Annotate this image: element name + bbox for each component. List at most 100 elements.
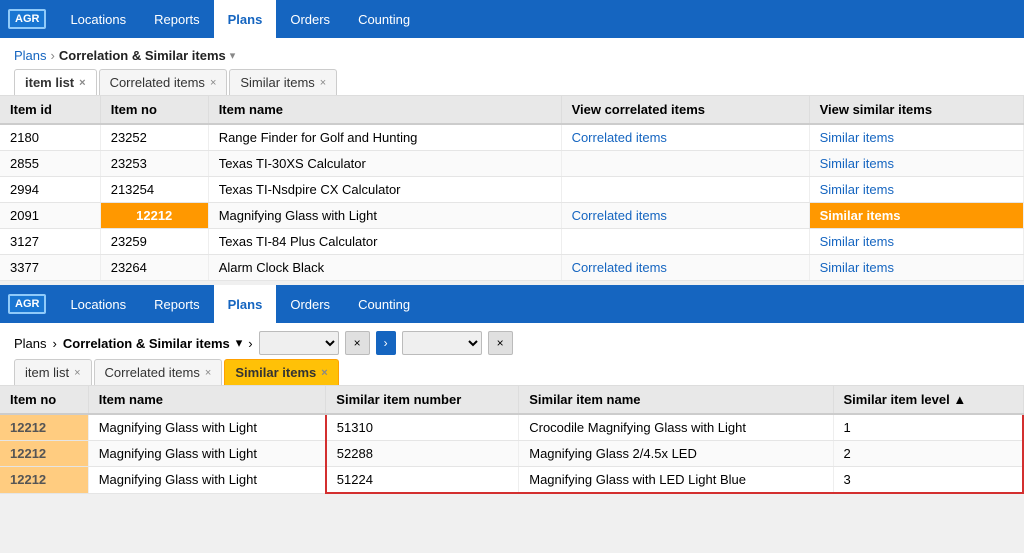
table-row: 209112212Magnifying Glass with LightCorr… <box>0 203 1024 229</box>
bottom-breadcrumb-arrow[interactable]: ▾ <box>236 335 243 351</box>
cell-item-name: Texas TI-84 Plus Calculator <box>208 229 561 255</box>
table-row: 2994213254Texas TI-Nsdpire CX Calculator… <box>0 177 1024 203</box>
bottom-breadcrumb-nav-arrow: › <box>248 336 252 351</box>
bottom-breadcrumb-bar: Plans › Correlation & Similar items ▾ › … <box>0 323 1024 359</box>
cell-correlated <box>561 151 809 177</box>
cell-item-id: 3377 <box>0 255 100 281</box>
cell-correlated[interactable]: Correlated items <box>561 255 809 281</box>
cell-similar[interactable]: Similar items <box>809 151 1023 177</box>
bottom-tab-item-list[interactable]: item list × <box>14 359 92 385</box>
bottom-nav-plans[interactable]: Plans <box>214 285 277 323</box>
cell-sim-name: Magnifying Glass with LED Light Blue <box>519 467 833 494</box>
breadcrumb-plans-link[interactable]: Plans <box>14 48 47 63</box>
cell-correlated <box>561 229 809 255</box>
bot-col-sim-no: Similar item number <box>326 386 519 414</box>
top-table: Item id Item no Item name View correlate… <box>0 96 1024 281</box>
cell-similar[interactable]: Similar items <box>809 255 1023 281</box>
bottom-breadcrumb-sep: › <box>53 336 57 351</box>
top-nav-plans[interactable]: Plans <box>214 0 277 38</box>
cell-item-name: Magnifying Glass with Light <box>88 414 326 441</box>
bottom-breadcrumb-current: Correlation & Similar items <box>63 336 230 351</box>
bottom-tab-similar-label: Similar items <box>235 365 316 380</box>
table-row: 337723264Alarm Clock BlackCorrelated ite… <box>0 255 1024 281</box>
bottom-tabs: item list × Correlated items × Similar i… <box>0 359 1024 386</box>
cell-item-no: 23253 <box>100 151 208 177</box>
bottom-nav-counting[interactable]: Counting <box>344 285 424 323</box>
cell-sim-no: 51224 <box>326 467 519 494</box>
top-nav-reports[interactable]: Reports <box>140 0 214 38</box>
col-view-correlated: View correlated items <box>561 96 809 124</box>
top-nav-orders[interactable]: Orders <box>276 0 344 38</box>
top-navbar: AGR Locations Reports Plans Orders Count… <box>0 0 1024 38</box>
cell-item-name: Magnifying Glass with Light <box>88 441 326 467</box>
bottom-table: Item no Item name Similar item number Si… <box>0 386 1024 494</box>
top-logo: AGR <box>8 9 46 29</box>
filter-clear-1[interactable]: × <box>345 331 370 355</box>
table-row: 12212Magnifying Glass with Light51224Mag… <box>0 467 1023 494</box>
cell-similar[interactable]: Similar items <box>809 229 1023 255</box>
filter-nav-arrow[interactable]: › <box>376 331 396 355</box>
cell-sim-name: Magnifying Glass 2/4.5x LED <box>519 441 833 467</box>
bottom-breadcrumb-plans[interactable]: Plans <box>14 336 47 351</box>
cell-sim-no: 52288 <box>326 441 519 467</box>
bottom-navbar: AGR Locations Reports Plans Orders Count… <box>0 285 1024 323</box>
cell-similar[interactable]: Similar items <box>809 124 1023 151</box>
tab-correlated-label: Correlated items <box>110 75 205 90</box>
cell-item-no: 23252 <box>100 124 208 151</box>
cell-item-no: 12212 <box>0 467 88 494</box>
cell-item-no: 23264 <box>100 255 208 281</box>
bottom-tab-item-list-close[interactable]: × <box>74 367 80 379</box>
filter-clear-2[interactable]: × <box>488 331 513 355</box>
cell-item-no: 23259 <box>100 229 208 255</box>
top-nav-counting[interactable]: Counting <box>344 0 424 38</box>
tab-similar-items[interactable]: Similar items × <box>229 69 337 95</box>
bottom-tab-similar-close[interactable]: × <box>321 367 327 379</box>
cell-item-name: Range Finder for Golf and Hunting <box>208 124 561 151</box>
cell-item-no: 12212 <box>0 414 88 441</box>
cell-similar[interactable]: Similar items <box>809 177 1023 203</box>
bottom-tab-correlated-close[interactable]: × <box>205 367 211 379</box>
cell-item-no: 12212 <box>100 203 208 229</box>
breadcrumb-sep: › <box>51 48 55 63</box>
tab-similar-close[interactable]: × <box>320 77 326 89</box>
bottom-nav-orders[interactable]: Orders <box>276 285 344 323</box>
breadcrumb-arrow[interactable]: ▾ <box>230 49 236 62</box>
breadcrumb-current: Correlation & Similar items <box>59 48 226 63</box>
cell-item-id: 2180 <box>0 124 100 151</box>
cell-sim-level: 2 <box>833 441 1023 467</box>
cell-sim-no: 51310 <box>326 414 519 441</box>
tab-item-list-label: item list <box>25 75 74 90</box>
bot-col-sim-name: Similar item name <box>519 386 833 414</box>
top-tabs: item list × Correlated items × Similar i… <box>0 69 1024 96</box>
filter-select-2[interactable] <box>402 331 482 355</box>
cell-item-name: Alarm Clock Black <box>208 255 561 281</box>
table-row: 285523253Texas TI-30XS CalculatorSimilar… <box>0 151 1024 177</box>
bottom-logo: AGR <box>8 294 46 314</box>
top-breadcrumb: Plans › Correlation & Similar items ▾ <box>0 38 1024 69</box>
cell-similar[interactable]: Similar items <box>809 203 1023 229</box>
cell-correlated[interactable]: Correlated items <box>561 124 809 151</box>
cell-item-name: Magnifying Glass with Light <box>88 467 326 494</box>
bottom-tab-similar[interactable]: Similar items × <box>224 359 338 385</box>
bottom-tab-correlated[interactable]: Correlated items × <box>94 359 223 385</box>
bot-col-sim-level: Similar item level ▲ <box>833 386 1023 414</box>
col-item-no: Item no <box>100 96 208 124</box>
tab-similar-label: Similar items <box>240 75 314 90</box>
filter-select-1[interactable] <box>259 331 339 355</box>
top-nav-locations[interactable]: Locations <box>56 0 140 38</box>
bottom-nav-reports[interactable]: Reports <box>140 285 214 323</box>
cell-item-id: 2855 <box>0 151 100 177</box>
tab-item-list[interactable]: item list × <box>14 69 97 95</box>
table-row: 12212Magnifying Glass with Light51310Cro… <box>0 414 1023 441</box>
cell-sim-level: 1 <box>833 414 1023 441</box>
cell-correlated[interactable]: Correlated items <box>561 203 809 229</box>
cell-item-no: 12212 <box>0 441 88 467</box>
bottom-nav-locations[interactable]: Locations <box>56 285 140 323</box>
tab-correlated-items[interactable]: Correlated items × <box>99 69 228 95</box>
cell-item-name: Magnifying Glass with Light <box>208 203 561 229</box>
table-row: 312723259Texas TI-84 Plus Calculator Simi… <box>0 229 1024 255</box>
table-row: 12212Magnifying Glass with Light52288Mag… <box>0 441 1023 467</box>
tab-correlated-close[interactable]: × <box>210 77 216 89</box>
tab-item-list-close[interactable]: × <box>79 77 85 89</box>
cell-item-id: 3127 <box>0 229 100 255</box>
